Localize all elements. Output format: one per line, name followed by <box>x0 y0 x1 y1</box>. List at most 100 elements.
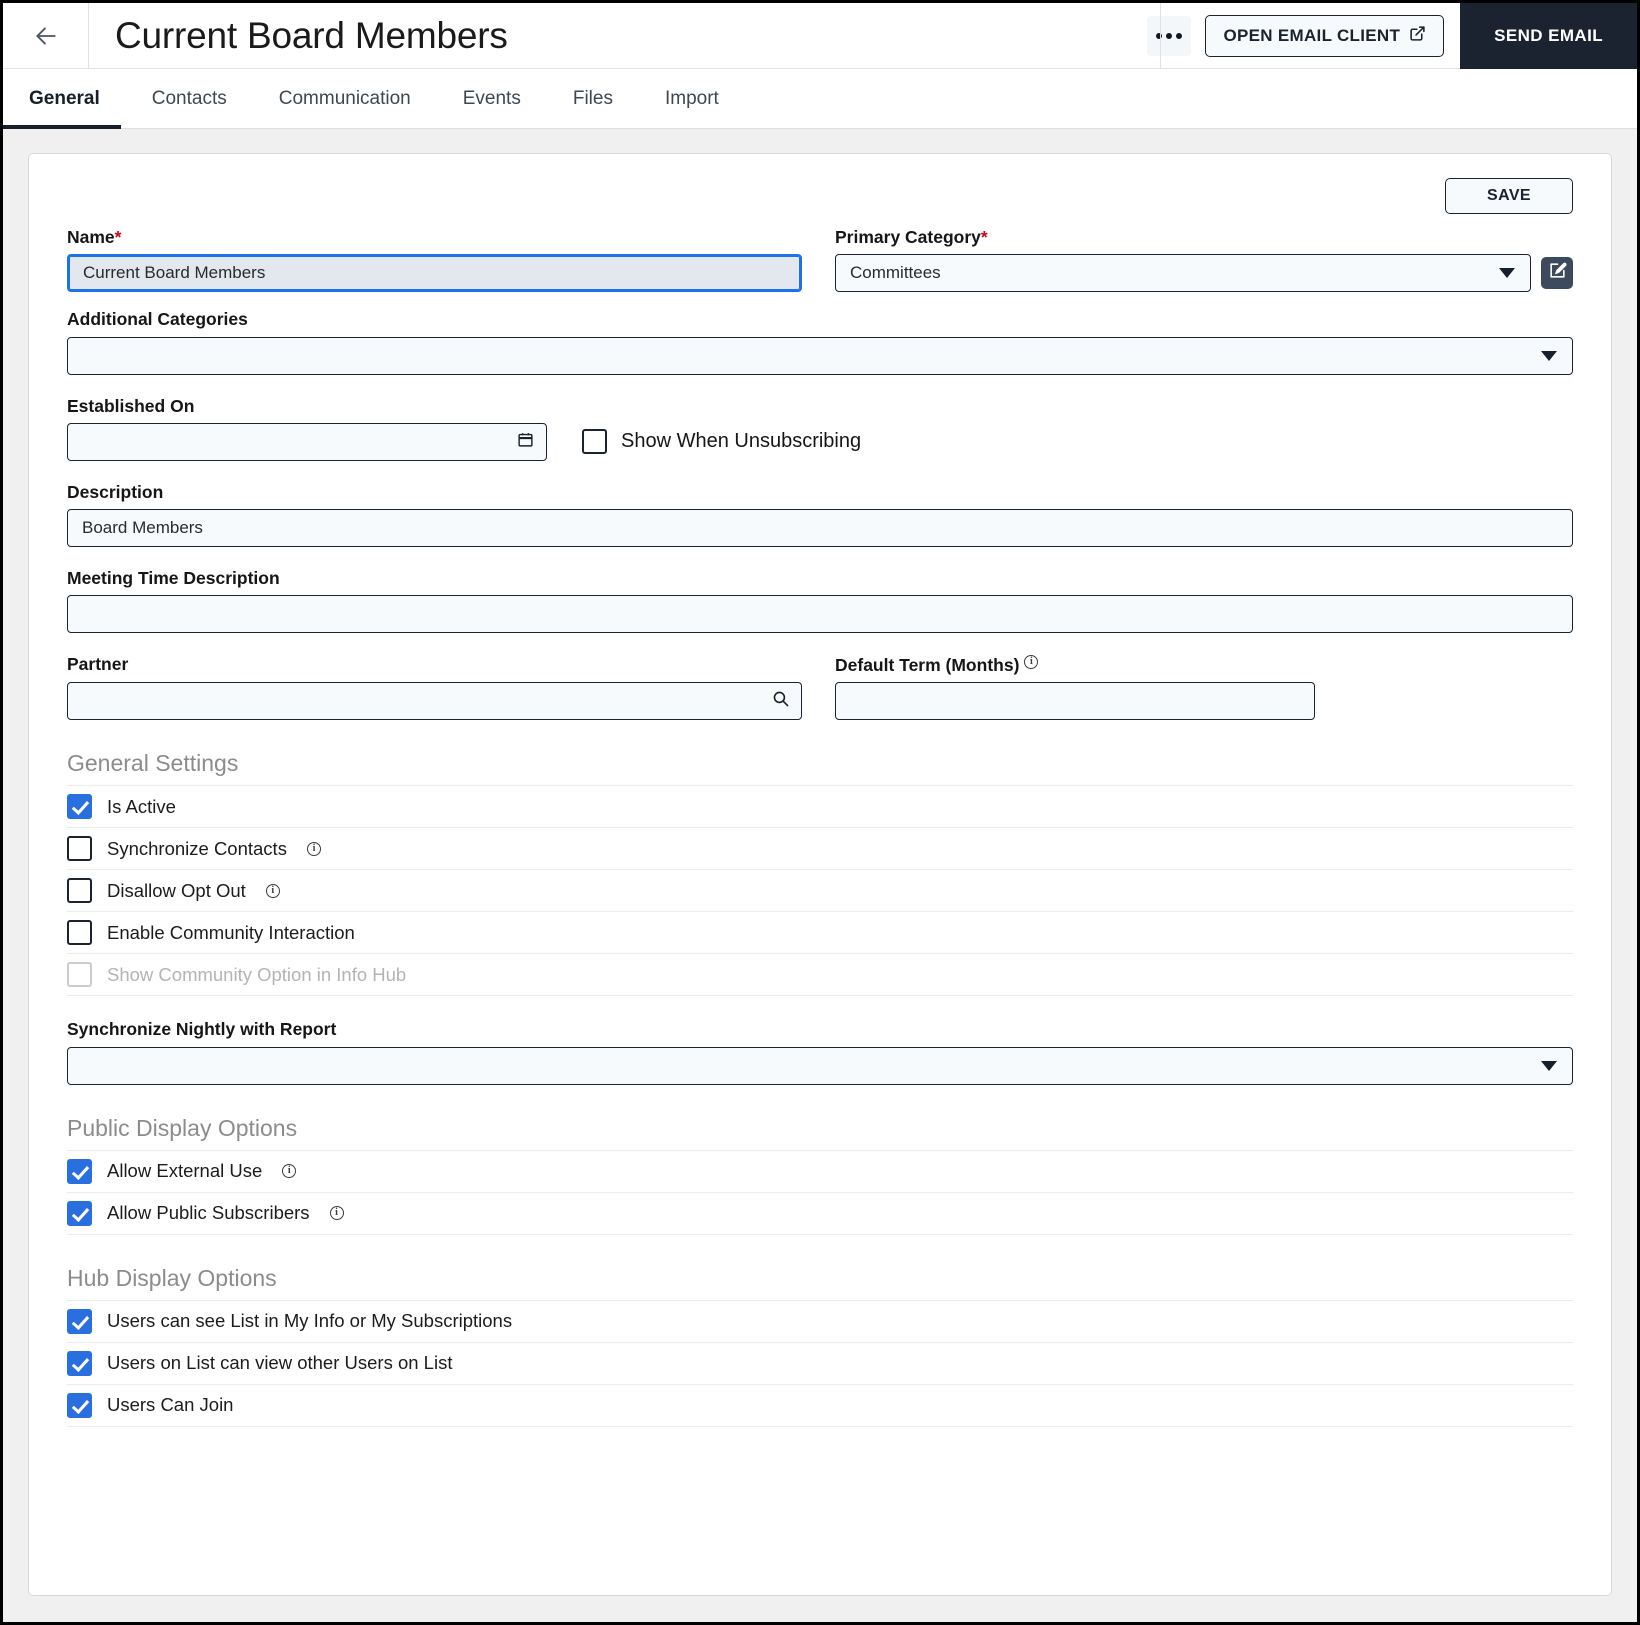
name-label-text: Name <box>67 227 115 247</box>
tab-files-label: Files <box>572 87 613 109</box>
public-display-options-title: Public Display Options <box>67 1114 298 1141</box>
tab-communication-label: Communication <box>278 87 411 109</box>
card-bottom-spacer <box>67 1427 1573 1443</box>
checkbox-row-show-community-option: Show Community Option in Info Hub <box>67 953 1573 997</box>
synchronize-nightly-label: Synchronize Nightly with Report <box>67 1019 337 1040</box>
users-view-other-users-checkbox[interactable] <box>67 1350 92 1376</box>
name-input[interactable] <box>67 254 802 293</box>
established-on-row: Show When Unsubscribing <box>67 422 1573 461</box>
tab-communication[interactable]: Communication <box>253 69 437 129</box>
meeting-time-description-input[interactable] <box>67 595 1573 634</box>
synchronize-nightly-select[interactable] <box>67 1046 1573 1085</box>
tab-import-label: Import <box>664 87 719 109</box>
checkbox-row-users-can-join[interactable]: Users Can Join <box>67 1383 1573 1427</box>
checkbox-row-enable-community-interaction[interactable]: Enable Community Interaction <box>67 911 1573 955</box>
save-button[interactable]: SAVE <box>1445 178 1573 214</box>
show-when-unsubscribing-label: Show When Unsubscribing <box>621 430 862 453</box>
show-when-unsubscribing-row[interactable]: Show When Unsubscribing <box>582 423 861 461</box>
allow-external-use-checkbox[interactable] <box>67 1158 92 1184</box>
synchronize-nightly-group: Synchronize Nightly with Report <box>67 1019 1573 1085</box>
more-options-button[interactable] <box>1147 15 1192 56</box>
partner-label: Partner <box>67 654 129 675</box>
back-button[interactable] <box>3 3 89 69</box>
default-term-input[interactable] <box>835 682 1315 721</box>
general-settings-section: General Settings Is Active Synchronize C… <box>67 750 1573 1085</box>
users-view-other-users-label: Users on List can view other Users on Li… <box>107 1352 453 1374</box>
primary-category-group: Primary Category* <box>835 227 1573 293</box>
partner-input-wrap <box>67 681 802 720</box>
send-email-label: SEND EMAIL <box>1494 25 1603 45</box>
send-email-button[interactable]: SEND EMAIL <box>1460 3 1637 69</box>
description-input[interactable] <box>67 509 1573 547</box>
meeting-time-description-label: Meeting Time Description <box>67 568 280 588</box>
is-active-checkbox[interactable] <box>67 794 92 820</box>
allow-public-subscribers-checkbox[interactable] <box>67 1200 92 1226</box>
partner-input[interactable] <box>67 681 802 720</box>
checkbox-row-users-can-see-list[interactable]: Users can see List in My Info or My Subs… <box>67 1299 1573 1343</box>
default-term-label-text: Default Term (Months) <box>835 655 1020 676</box>
primary-category-select-wrap <box>835 254 1531 293</box>
tab-events[interactable]: Events <box>437 69 547 129</box>
general-settings-title: General Settings <box>67 750 239 777</box>
established-on-label: Established On <box>67 395 195 416</box>
info-icon[interactable]: i <box>329 1206 344 1221</box>
info-icon[interactable]: i <box>306 841 321 856</box>
disallow-opt-out-label: Disallow Opt Out <box>107 879 246 901</box>
synchronize-nightly-select-wrap <box>67 1046 1573 1085</box>
primary-category-select[interactable] <box>835 254 1531 293</box>
page-title: Current Board Members <box>115 14 508 56</box>
tab-general[interactable]: General <box>3 69 126 129</box>
tab-import[interactable]: Import <box>639 69 745 129</box>
open-email-client-button[interactable]: OPEN EMAIL CLIENT <box>1205 14 1445 57</box>
users-can-join-label: Users Can Join <box>107 1394 234 1416</box>
name-input-wrap <box>67 254 802 293</box>
users-can-join-checkbox[interactable] <box>67 1392 92 1418</box>
show-community-option-label: Show Community Option in Info Hub <box>107 963 407 985</box>
users-can-see-list-checkbox[interactable] <box>67 1308 92 1334</box>
arrow-left-icon <box>33 23 59 49</box>
checkbox-row-is-active[interactable]: Is Active <box>67 785 1573 829</box>
application-window: Current Board Members OPEN EMAIL CLIENT <box>0 0 1640 1625</box>
checkbox-row-disallow-opt-out[interactable]: Disallow Opt Out i <box>67 869 1573 913</box>
save-row: SAVE <box>67 178 1573 214</box>
header-divider <box>1160 3 1161 69</box>
description-label: Description <box>67 481 164 502</box>
disallow-opt-out-checkbox[interactable] <box>67 878 92 904</box>
description-group: Description <box>67 481 1573 547</box>
show-community-option-checkbox <box>67 962 92 988</box>
tab-contacts-label: Contacts <box>151 87 227 109</box>
synchronize-contacts-checkbox[interactable] <box>67 836 92 862</box>
users-can-see-list-label: Users can see List in My Info or My Subs… <box>107 1310 513 1332</box>
tab-files[interactable]: Files <box>547 69 639 129</box>
header-actions: OPEN EMAIL CLIENT SEND EMAIL <box>1147 3 1637 69</box>
additional-categories-select-wrap <box>67 336 1573 375</box>
info-icon[interactable]: i <box>282 1164 297 1179</box>
checkbox-row-allow-public-subscribers[interactable]: Allow Public Subscribers i <box>67 1191 1573 1235</box>
meeting-time-description-group: Meeting Time Description <box>67 568 1573 634</box>
additional-categories-select[interactable] <box>67 336 1573 375</box>
edit-category-button[interactable] <box>1541 257 1573 290</box>
tab-contacts[interactable]: Contacts <box>126 69 253 129</box>
established-on-input[interactable] <box>67 422 547 461</box>
show-when-unsubscribing-checkbox[interactable] <box>582 429 607 455</box>
edit-square-icon <box>1548 261 1567 285</box>
tab-events-label: Events <box>462 87 521 109</box>
additional-categories-label: Additional Categories <box>67 309 248 330</box>
form-card: SAVE Name* Primary Category* <box>28 153 1612 1596</box>
info-icon[interactable]: i <box>1024 655 1039 670</box>
more-options-icon-dot3 <box>1176 32 1183 39</box>
synchronize-contacts-label: Synchronize Contacts <box>107 837 287 859</box>
tab-general-label: General <box>29 87 100 109</box>
info-icon[interactable]: i <box>265 883 280 898</box>
checkbox-row-users-view-other-users[interactable]: Users on List can view other Users on Li… <box>67 1341 1573 1385</box>
page-body: SAVE Name* Primary Category* <box>3 129 1637 1622</box>
is-active-label: Is Active <box>107 795 176 817</box>
established-on-group: Established On Show When Unsubscribing <box>67 395 1573 461</box>
additional-categories-group: Additional Categories <box>67 309 1573 375</box>
enable-community-interaction-checkbox[interactable] <box>67 920 92 946</box>
allow-external-use-label: Allow External Use <box>107 1160 263 1182</box>
checkbox-row-synchronize-contacts[interactable]: Synchronize Contacts i <box>67 827 1573 871</box>
active-tab-indicator <box>3 125 121 129</box>
name-label: Name* <box>67 227 802 247</box>
checkbox-row-allow-external-use[interactable]: Allow External Use i <box>67 1149 1573 1193</box>
